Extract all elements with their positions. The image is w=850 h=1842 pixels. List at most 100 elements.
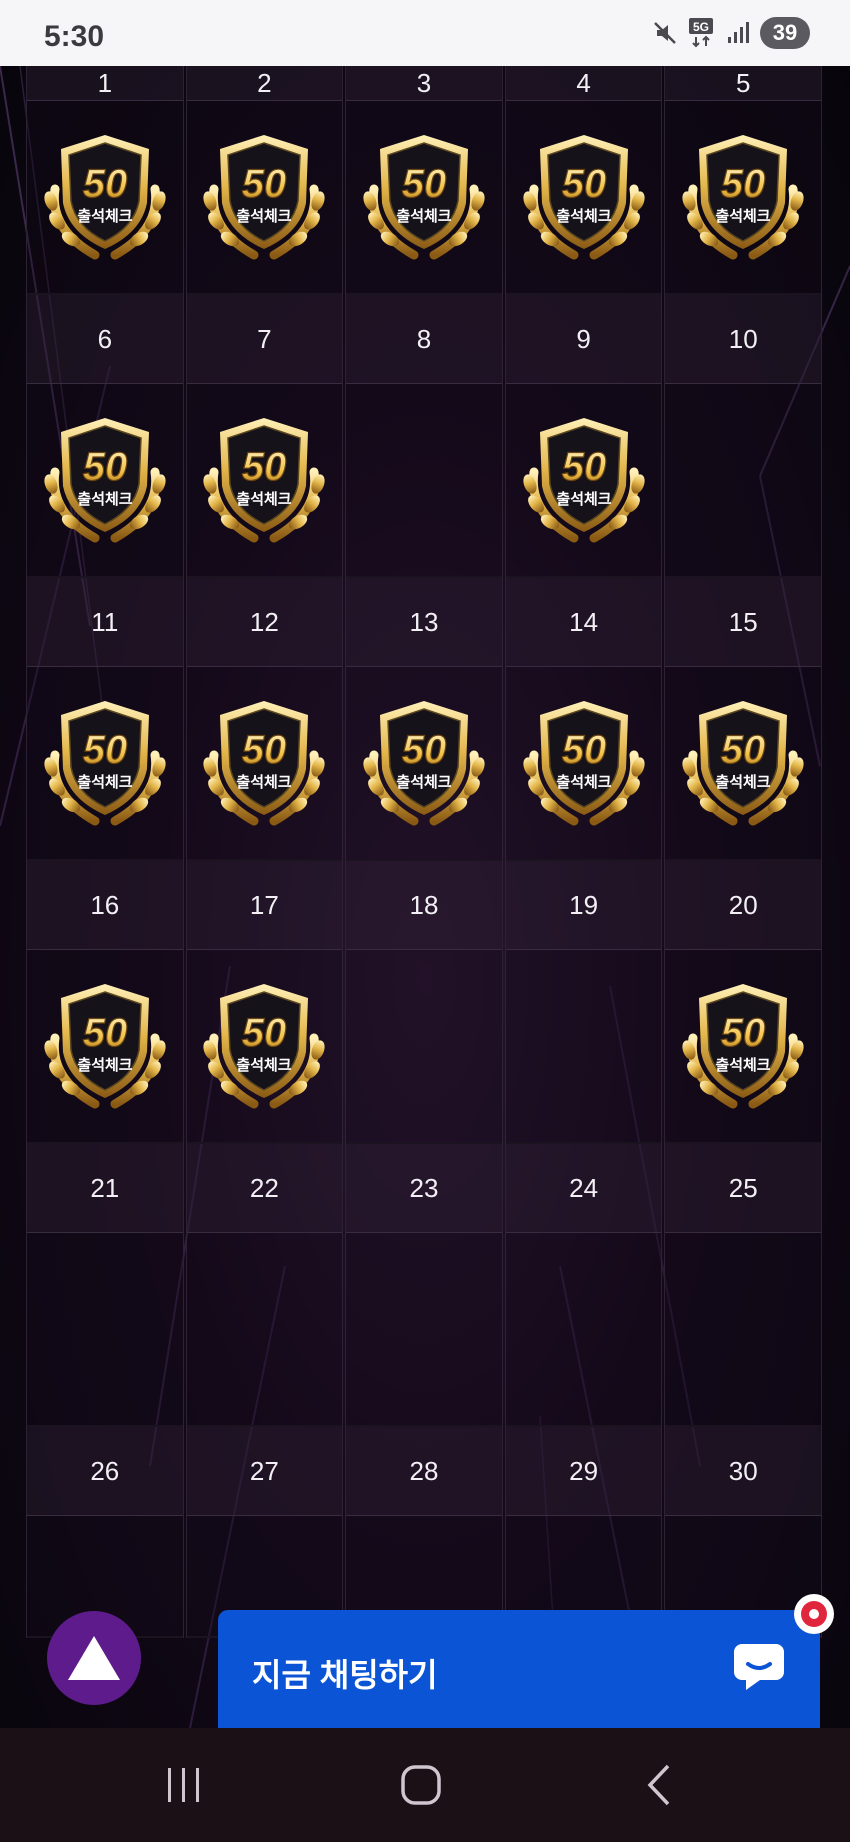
day-empty-slot <box>346 950 502 1144</box>
attendance-badge-icon: 50출석체크 <box>44 984 166 1109</box>
home-icon[interactable] <box>398 1762 444 1813</box>
badge-number: 50 <box>721 728 766 772</box>
badge-text: 출석체크 <box>237 773 292 791</box>
badge-number: 50 <box>721 1011 766 1055</box>
scroll-top-button[interactable] <box>47 1611 141 1705</box>
badge-text: 출석체크 <box>237 490 292 508</box>
attendance-badge-icon: 50출석체크 <box>682 135 804 260</box>
day-number: 18 <box>346 861 502 950</box>
day-number: 3 <box>346 66 502 101</box>
day-checked-slot: 50 출석체크 <box>346 101 502 295</box>
attendance-badge-icon: 50출석체크 <box>682 701 804 826</box>
day-empty-slot <box>186 1233 343 1427</box>
attendance-badge-icon: 50출석체크 <box>44 701 166 826</box>
day-number: 9 <box>505 295 662 384</box>
day-number: 23 <box>346 1144 502 1233</box>
badge-number: 50 <box>721 162 766 206</box>
chat-now-button[interactable]: 지금 채팅하기 <box>218 1610 820 1728</box>
day-number: 22 <box>186 1144 343 1233</box>
calendar-day-17: 17 50 출석체크 <box>185 861 344 1144</box>
day-checked-slot: 50 출석체크 <box>505 101 662 295</box>
calendar-day-1: 1 50 출석체크 <box>26 66 184 295</box>
calendar-day-16: 16 50 출석체크 <box>26 861 184 1144</box>
calendar-day-25: 25 <box>664 1144 822 1427</box>
mute-icon <box>652 20 678 46</box>
signal-icon <box>726 21 750 45</box>
calendar-day-8: 8 <box>345 295 503 578</box>
day-checked-slot: 50 출석체크 <box>346 667 502 861</box>
badge-text: 출석체크 <box>237 1056 292 1074</box>
attendance-badge-icon: 50출석체크 <box>522 135 645 260</box>
attendance-badge-icon: 50출석체크 <box>363 135 485 260</box>
calendar-day-15: 15 50 출석체크 <box>664 578 822 861</box>
calendar-day-4: 4 50 출석체크 <box>504 66 663 295</box>
attendance-badge-icon: 50출석체크 <box>203 701 325 826</box>
calendar-day-24: 24 <box>504 1144 663 1427</box>
calendar-day-13: 13 50 출석체크 <box>345 578 503 861</box>
day-number: 2 <box>186 66 343 101</box>
day-checked-slot: 50 출석체크 <box>186 950 343 1144</box>
calendar-day-10: 10 <box>664 295 822 578</box>
day-number: 4 <box>505 66 662 101</box>
day-checked-slot: 50 출석체크 <box>27 667 183 861</box>
badge-text: 출석체크 <box>396 773 451 791</box>
badge-text: 출석체크 <box>77 1056 132 1074</box>
day-empty-slot <box>505 950 662 1144</box>
badge-text: 출석체크 <box>396 207 451 225</box>
badge-number: 50 <box>242 162 287 206</box>
day-number: 20 <box>665 861 821 950</box>
day-number: 21 <box>27 1144 183 1233</box>
attendance-badge-icon: 50출석체크 <box>203 418 325 543</box>
day-number: 8 <box>346 295 502 384</box>
day-checked-slot: 50 출석체크 <box>665 950 821 1144</box>
badge-number: 50 <box>83 445 128 489</box>
badge-text: 출석체크 <box>556 773 611 791</box>
day-empty-slot <box>346 384 502 578</box>
day-checked-slot: 50 출석체크 <box>186 667 343 861</box>
calendar-day-21: 21 <box>26 1144 184 1427</box>
svg-text:5G: 5G <box>693 20 709 34</box>
calendar-day-2: 2 50 출석체크 <box>185 66 344 295</box>
day-checked-slot: 50 출석체크 <box>505 667 662 861</box>
day-number: 30 <box>665 1427 821 1516</box>
day-number: 1 <box>27 66 183 101</box>
notification-dot <box>794 1594 834 1634</box>
day-checked-slot: 50 출석체크 <box>27 950 183 1144</box>
day-number: 15 <box>665 578 821 667</box>
calendar-day-5: 5 50 출석체크 <box>664 66 822 295</box>
badge-text: 출석체크 <box>556 207 611 225</box>
calendar-day-3: 3 50 출석체크 <box>345 66 503 295</box>
calendar-day-20: 20 50 출석체크 <box>664 861 822 1144</box>
calendar-day-14: 14 50 출석체크 <box>504 578 663 861</box>
calendar-day-22: 22 <box>185 1144 344 1427</box>
day-checked-slot: 50 출석체크 <box>665 101 821 295</box>
attendance-badge-icon: 50출석체크 <box>682 984 804 1109</box>
day-number: 28 <box>346 1427 502 1516</box>
calendar-day-26: 26 <box>26 1427 184 1638</box>
day-number: 5 <box>665 66 821 101</box>
back-icon[interactable] <box>644 1762 674 1813</box>
status-time: 5:30 <box>44 20 105 53</box>
badge-text: 출석체크 <box>77 207 132 225</box>
badge-text: 출석체크 <box>556 490 611 508</box>
day-checked-slot: 50 출석체크 <box>505 384 662 578</box>
badge-number: 50 <box>402 728 447 772</box>
calendar-day-23: 23 <box>345 1144 503 1427</box>
recent-apps-icon[interactable] <box>164 1762 204 1813</box>
day-number: 12 <box>186 578 343 667</box>
day-empty-slot <box>505 1233 662 1427</box>
badge-text: 출석체크 <box>77 490 132 508</box>
day-empty-slot <box>665 384 821 578</box>
day-number: 10 <box>665 295 821 384</box>
triangle-up-icon <box>68 1636 120 1680</box>
calendar-day-27: 27 <box>185 1427 344 1638</box>
day-number: 25 <box>665 1144 821 1233</box>
badge-number: 50 <box>83 728 128 772</box>
day-number: 13 <box>346 578 502 667</box>
day-number: 7 <box>186 295 343 384</box>
day-empty-slot <box>665 1233 821 1427</box>
badge-number: 50 <box>242 728 287 772</box>
badge-number: 50 <box>83 162 128 206</box>
attendance-calendar: 1 50 출석체크 2 50 출석체크 3 50 출석체크 4 50 출석체크 5 50 출석체크 6 50 출석… <box>26 66 824 1638</box>
attendance-badge-icon: 50출석체크 <box>522 418 645 543</box>
